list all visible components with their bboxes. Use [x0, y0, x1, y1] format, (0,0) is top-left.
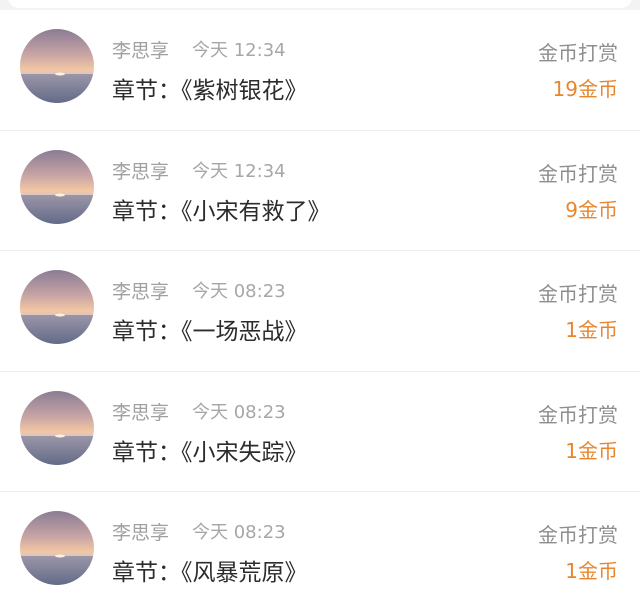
- user-name: 李思享: [112, 401, 170, 424]
- reward-list: 李思享 今天 12:34 章节：《紫树银花》 金币打赏 19金币 李思享 今天 …: [0, 10, 640, 612]
- previous-card-edge: [8, 0, 632, 8]
- sunset-avatar-image: [20, 29, 94, 103]
- chapter-label: 章节：: [112, 439, 181, 466]
- reward-type: 金币打赏: [538, 41, 618, 65]
- list-item[interactable]: 李思享 今天 08:23 章节：《小宋失踪》 金币打赏 1金币: [0, 370, 640, 491]
- user-name: 李思享: [112, 522, 170, 544]
- chapter-title[interactable]: 《一场恶战》: [181, 319, 308, 345]
- reward-type: 金币打赏: [538, 282, 618, 306]
- sunset-avatar-image: [20, 270, 94, 344]
- timestamp: 今天 08:23: [192, 401, 286, 423]
- reward-amount: 19金币: [552, 77, 618, 101]
- list-item[interactable]: 李思享 今天 08:23 章节：《一场恶战》 金币打赏 1金币: [0, 250, 640, 371]
- top-strip: [0, 0, 640, 10]
- chapter-line: 章节：《小宋失踪》: [112, 433, 308, 467]
- timestamp: 今天 12:34: [192, 40, 286, 61]
- reward-amount: 9金币: [565, 197, 618, 222]
- chapter-label: 章节：: [112, 198, 181, 225]
- chapter-line: 章节：《风暴荒原》: [112, 553, 308, 587]
- avatar[interactable]: [20, 270, 94, 344]
- sunset-avatar-image: [20, 390, 94, 465]
- avatar[interactable]: [20, 390, 94, 465]
- reward-amount: 1金币: [565, 559, 618, 583]
- avatar[interactable]: [20, 511, 94, 585]
- chapter-label: 章节：: [112, 560, 181, 586]
- list-item[interactable]: 李思享 今天 12:34 章节：《紫树银花》 金币打赏 19金币: [0, 10, 640, 130]
- chapter-line: 章节：《一场恶战》: [112, 312, 308, 346]
- chapter-line: 章节：《小宋有救了》: [112, 192, 331, 226]
- user-name: 李思享: [112, 160, 170, 183]
- timestamp: 今天 08:23: [192, 522, 286, 543]
- timestamp: 今天 08:23: [192, 281, 286, 302]
- list-item[interactable]: 李思享 今天 12:34 章节：《小宋有救了》 金币打赏 9金币: [0, 129, 640, 250]
- sunset-avatar-image: [20, 149, 94, 224]
- avatar[interactable]: [20, 149, 94, 224]
- chapter-label: 章节：: [112, 319, 181, 345]
- chapter-title[interactable]: 《风暴荒原》: [181, 560, 308, 586]
- chapter-title[interactable]: 《小宋失踪》: [181, 440, 308, 466]
- list-item[interactable]: 李思享 今天 08:23 章节：《风暴荒原》 金币打赏 1金币: [0, 491, 640, 612]
- chapter-label: 章节：: [112, 78, 181, 104]
- chapter-title[interactable]: 《小宋有救了》: [181, 199, 331, 225]
- reward-type: 金币打赏: [538, 402, 618, 427]
- reward-type: 金币打赏: [538, 161, 618, 186]
- chapter-title[interactable]: 《紫树银花》: [181, 78, 308, 104]
- avatar[interactable]: [20, 29, 94, 103]
- user-name: 李思享: [112, 40, 170, 62]
- user-name: 李思享: [112, 281, 170, 303]
- reward-amount: 1金币: [565, 438, 618, 463]
- sunset-avatar-image: [20, 511, 94, 585]
- timestamp: 今天 12:34: [192, 160, 286, 182]
- chapter-line: 章节：《紫树银花》: [112, 71, 308, 105]
- reward-amount: 1金币: [565, 318, 618, 342]
- reward-type: 金币打赏: [538, 523, 618, 547]
